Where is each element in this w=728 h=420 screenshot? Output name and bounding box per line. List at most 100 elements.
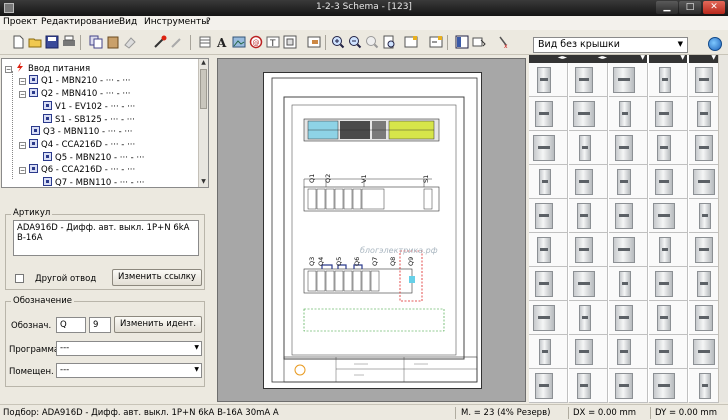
palette-scrollbar[interactable] <box>718 55 728 402</box>
device-thumbnail[interactable] <box>569 267 608 301</box>
device-palette[interactable]: ◄► ◄► ▼ ▼ ▼ <box>529 54 728 403</box>
zoom-in-icon[interactable] <box>331 35 345 49</box>
close-button[interactable]: ✕ <box>703 1 725 14</box>
device-thumbnail[interactable] <box>689 131 719 165</box>
other-outlet-checkbox[interactable] <box>15 274 24 283</box>
device-thumbnail[interactable] <box>529 335 568 369</box>
device-thumbnail[interactable] <box>609 63 648 97</box>
device-thumbnail[interactable] <box>689 199 719 233</box>
device-thumbnail[interactable] <box>529 301 568 335</box>
device-thumbnail[interactable] <box>689 233 719 267</box>
device-thumbnail[interactable] <box>529 131 568 165</box>
device-thumbnail[interactable] <box>689 267 719 301</box>
device-thumbnail[interactable] <box>529 63 568 97</box>
insert-frame-icon[interactable] <box>307 35 321 49</box>
minimize-button[interactable]: ▁ <box>656 1 678 14</box>
change-link-button[interactable]: Изменить ссылку <box>112 269 202 286</box>
tree-item[interactable]: − Q4 - CCA216D - ··· - ··· <box>19 139 135 151</box>
erase-icon[interactable] <box>123 35 137 49</box>
device-thumbnail[interactable] <box>649 97 688 131</box>
tree-item[interactable]: − Q1 - MBN210 - ··· - ··· <box>19 75 130 87</box>
device-thumbnail[interactable] <box>609 267 648 301</box>
globe-icon[interactable] <box>708 37 722 51</box>
menu-project[interactable]: Проект <box>3 17 37 27</box>
remove-device-icon[interactable] <box>170 35 184 49</box>
add-sheet-icon[interactable] <box>404 35 418 49</box>
device-thumbnail[interactable] <box>569 63 608 97</box>
device-thumbnail[interactable] <box>609 233 648 267</box>
device-thumbnail[interactable] <box>609 301 648 335</box>
menu-help[interactable]: ? <box>206 17 211 27</box>
tree-item[interactable]: V1 - EV102 - ··· - ··· <box>43 101 135 113</box>
save-icon[interactable] <box>45 35 59 49</box>
add-device-icon[interactable] <box>153 35 167 49</box>
layout-icon[interactable] <box>455 35 469 49</box>
scroll-thumb[interactable] <box>200 69 207 109</box>
paste-icon[interactable] <box>106 35 120 49</box>
device-thumbnail[interactable] <box>569 97 608 131</box>
image-icon[interactable] <box>232 35 246 49</box>
device-thumbnail[interactable] <box>649 199 688 233</box>
tree-item[interactable]: S1 - SB125 - ··· - ··· <box>43 114 135 126</box>
device-thumbnail[interactable] <box>689 63 719 97</box>
device-thumbnail[interactable] <box>649 63 688 97</box>
device-thumbnail[interactable] <box>529 267 568 301</box>
project-tree[interactable]: − Ввод питания − Q1 - MBN210 - ··· - ··· −… <box>1 58 209 188</box>
device-thumbnail[interactable] <box>569 199 608 233</box>
device-thumbnail[interactable] <box>529 233 568 267</box>
device-thumbnail[interactable] <box>649 267 688 301</box>
scroll-down-icon[interactable]: ▼ <box>199 178 208 187</box>
menu-tools[interactable]: Инструменты <box>144 17 208 27</box>
frame-icon[interactable] <box>283 35 297 49</box>
room-select[interactable]: --- ▼ <box>56 363 202 378</box>
device-thumbnail[interactable] <box>649 369 688 403</box>
tree-item[interactable]: Q5 - MBN210 - ··· - ··· <box>43 152 144 164</box>
new-icon[interactable] <box>11 35 25 49</box>
print-icon[interactable] <box>62 35 76 49</box>
tree-item[interactable]: Q3 - MBN110 - ··· - ··· <box>31 126 132 138</box>
settings-icon[interactable] <box>472 35 486 49</box>
menu-view[interactable]: Вид <box>119 17 137 27</box>
zoom-page-icon[interactable] <box>382 35 396 49</box>
device-thumbnail[interactable] <box>649 233 688 267</box>
device-thumbnail[interactable] <box>689 165 719 199</box>
device-thumbnail[interactable] <box>689 301 719 335</box>
device-thumbnail[interactable] <box>569 301 608 335</box>
program-select[interactable]: --- ▼ <box>56 341 202 356</box>
device-thumbnail[interactable] <box>609 131 648 165</box>
label-icon[interactable]: T <box>266 35 280 49</box>
device-thumbnail[interactable] <box>529 369 568 403</box>
insert-icon[interactable] <box>429 35 443 49</box>
change-ident-button[interactable]: Изменить идент. <box>114 316 202 333</box>
device-thumbnail[interactable] <box>609 199 648 233</box>
open-icon[interactable] <box>28 35 42 49</box>
device-thumbnail[interactable] <box>569 335 608 369</box>
designation-number-field[interactable]: 9 <box>89 317 111 333</box>
device-thumbnail[interactable] <box>569 165 608 199</box>
device-thumbnail[interactable] <box>569 369 608 403</box>
device-thumbnail[interactable] <box>649 301 688 335</box>
copy-icon[interactable] <box>89 35 103 49</box>
designation-letter-field[interactable]: Q <box>56 317 86 333</box>
article-field[interactable]: ADA916D - Дифф. авт. выкл. 1P+N 6kA B-16… <box>13 220 199 256</box>
drawing-canvas[interactable]: Q1 Q2 V1 S1 Q3 Q4 Q5 Q6 Q7 Q8 Q9 блогэле… <box>217 58 526 402</box>
device-thumbnail[interactable] <box>529 97 568 131</box>
device-thumbnail[interactable] <box>689 97 719 131</box>
zoom-fit-icon[interactable] <box>365 35 379 49</box>
collapse-icon[interactable]: − <box>5 66 12 73</box>
device-thumbnail[interactable] <box>609 369 648 403</box>
symbol-icon[interactable]: @ <box>249 35 263 49</box>
device-thumbnail[interactable] <box>609 97 648 131</box>
maximize-button[interactable]: □ <box>679 1 701 14</box>
tree-scrollbar[interactable]: ▲ ▼ <box>198 59 208 187</box>
delete-icon[interactable]: x <box>497 35 511 49</box>
device-thumbnail[interactable] <box>609 335 648 369</box>
device-thumbnail[interactable] <box>649 335 688 369</box>
zoom-out-icon[interactable] <box>348 35 362 49</box>
device-thumbnail[interactable] <box>689 335 719 369</box>
device-thumbnail[interactable] <box>529 165 568 199</box>
scroll-up-icon[interactable]: ▲ <box>199 59 208 68</box>
device-thumbnail[interactable] <box>649 131 688 165</box>
device-thumbnail[interactable] <box>569 233 608 267</box>
tree-root[interactable]: − Ввод питания <box>5 62 90 74</box>
